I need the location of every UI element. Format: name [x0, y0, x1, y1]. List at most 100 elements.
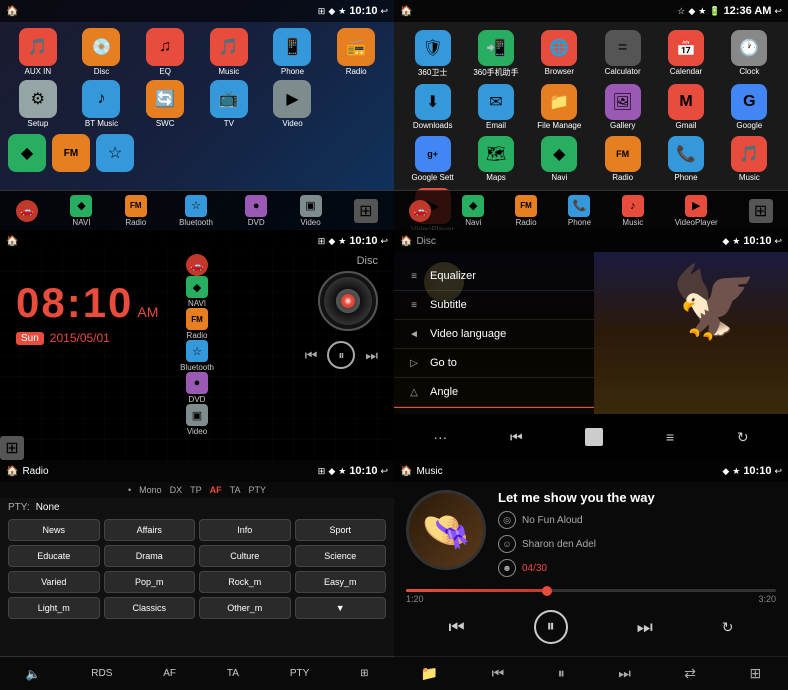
btn-other-m[interactable]: Other_m — [199, 597, 291, 619]
next-icon-bar[interactable]: ⏭ — [618, 665, 631, 682]
pty-button[interactable]: PTY — [290, 668, 309, 679]
grid-view-button[interactable]: ⊞ — [354, 199, 378, 223]
app-fm-2[interactable]: FM — [52, 134, 90, 172]
app-navi-p2[interactable]: ◆ Navi — [531, 136, 588, 182]
home-icon-p1[interactable]: 🏠 — [6, 6, 18, 17]
btn-easy-m[interactable]: Easy_m — [295, 571, 387, 593]
app-eq[interactable]: ♫ EQ — [135, 28, 195, 76]
menu-angle[interactable]: △ Angle — [394, 378, 594, 407]
app-google-settings[interactable]: g+ Google Sett — [404, 136, 461, 182]
menu-video-language[interactable]: ◄ Video language — [394, 320, 594, 349]
app-disc[interactable]: 💿 Disc — [72, 28, 132, 76]
btn-culture[interactable]: Culture — [199, 545, 291, 567]
nav-video[interactable]: ▣ Video — [300, 195, 322, 227]
btn-light-m[interactable]: Light_m — [8, 597, 100, 619]
play-pause-button-p6[interactable]: ⏸ — [534, 610, 568, 644]
app-gmail[interactable]: M Gmail — [657, 84, 714, 130]
stop-button[interactable] — [585, 428, 603, 446]
list-icon[interactable]: ≡ — [666, 429, 674, 445]
app-aux-in[interactable]: 🎵 AUX IN — [8, 28, 68, 76]
btn-varied[interactable]: Varied — [8, 571, 100, 593]
volume-icon[interactable]: 🔈 — [25, 667, 40, 681]
menu-subtitle[interactable]: ≡ Subtitle — [394, 291, 594, 320]
app-clock[interactable]: 🕐 Clock — [721, 30, 778, 78]
btn-classics[interactable]: Classics — [104, 597, 196, 619]
nav-home-p2[interactable]: 🚗 — [409, 200, 431, 222]
nav-videoplayer-p2[interactable]: ▶ VideoPlayer — [675, 195, 718, 227]
play-icon-bar[interactable]: ⏸ — [558, 665, 565, 682]
app-music-p2[interactable]: 🎵 Music — [721, 136, 778, 182]
nav-home-p1[interactable]: 🚗 — [16, 200, 38, 222]
progress-bar-background[interactable] — [406, 589, 776, 592]
menu-equalizer[interactable]: ≡ Equalizer — [394, 262, 594, 291]
nav-dvd[interactable]: ● DVD — [245, 195, 267, 227]
folder-icon[interactable]: 📁 — [421, 665, 438, 682]
app-file-manager[interactable]: 📁 File Manage — [531, 84, 588, 130]
app-gallery[interactable]: 🖼 Gallery — [594, 84, 651, 130]
app-calendar[interactable]: 📅 Calendar — [657, 30, 714, 78]
app-calculator[interactable]: = Calculator — [594, 30, 651, 78]
app-bt-music[interactable]: ♪ BT Music — [72, 80, 132, 128]
app-maps[interactable]: 🗺 Maps — [467, 136, 524, 182]
menu-icon-ctrl[interactable]: ··· — [433, 429, 447, 445]
nav-bluetooth[interactable]: ☆ Bluetooth — [179, 195, 213, 227]
prev-button-p6[interactable]: ⏮ — [448, 617, 464, 638]
btn-sport[interactable]: Sport — [295, 519, 387, 541]
btn-science[interactable]: Science — [295, 545, 387, 567]
repeat-button-p6[interactable]: ↻ — [722, 619, 734, 636]
app-swc[interactable]: 🔄 SWC — [135, 80, 195, 128]
btn-drama[interactable]: Drama — [104, 545, 196, 567]
app-360-weidui[interactable]: 🛡 360卫士 — [404, 30, 461, 78]
nav-bt-p3[interactable]: ☆ Bluetooth — [0, 340, 394, 372]
btn-rock-m[interactable]: Rock_m — [199, 571, 291, 593]
app-radio[interactable]: 📻 Radio — [326, 28, 386, 76]
app-music[interactable]: 🎵 Music — [199, 28, 259, 76]
prev-icon-bar[interactable]: ⏮ — [492, 665, 505, 682]
app-setup[interactable]: ⚙ Setup — [8, 80, 68, 128]
btn-info[interactable]: Info — [199, 519, 291, 541]
nav-dvd-p3[interactable]: ● DVD — [0, 372, 394, 404]
nav-home-p3[interactable]: 🚗 — [0, 254, 394, 276]
btn-scroll-down[interactable]: ▼ — [295, 597, 387, 619]
btn-pop-m[interactable]: Pop_m — [104, 571, 196, 593]
nav-navi-p3[interactable]: ◆ NAVI — [0, 276, 394, 308]
settings-icon-radio[interactable]: ⊞ — [360, 668, 368, 679]
app-browser[interactable]: 🌐 Browser — [531, 30, 588, 78]
rds-button[interactable]: RDS — [91, 668, 112, 679]
grid-view-p3[interactable]: ⊞ — [0, 436, 24, 460]
list-icon-bar[interactable]: ⊞ — [749, 665, 761, 682]
grid-view-button-p2[interactable]: ⊞ — [749, 199, 773, 223]
home-icon-p2[interactable]: 🏠 — [400, 6, 412, 17]
nav-video-p3[interactable]: ▣ Video — [0, 404, 394, 436]
nav-radio-p2[interactable]: FM Radio — [515, 195, 537, 227]
app-radio-p2[interactable]: FM Radio — [594, 136, 651, 182]
app-360-assistant[interactable]: 📲 360手机助手 — [467, 30, 524, 78]
menu-repeat-ab[interactable]: ↻ Repeat A-B — [394, 407, 594, 414]
app-downloads[interactable]: ⬇ Downloads — [404, 84, 461, 130]
repeat-icon-ctrl[interactable]: ↻ — [737, 429, 749, 446]
nav-phone-p2[interactable]: 📞 Phone — [568, 195, 591, 227]
app-video[interactable]: ▶ Video — [263, 80, 323, 128]
app-navi-2[interactable]: ◆ — [8, 134, 46, 172]
menu-goto[interactable]: ▷ Go to — [394, 349, 594, 378]
nav-navi-p2[interactable]: ◆ Navi — [462, 195, 484, 227]
nav-navi[interactable]: ◆ NAVI — [70, 195, 92, 227]
app-phone[interactable]: 📱 Phone — [263, 28, 323, 76]
rewind-icon[interactable]: ⏮ — [510, 429, 523, 446]
shuffle-icon[interactable]: ⇄ — [684, 665, 696, 682]
btn-educate[interactable]: Educate — [8, 545, 100, 567]
next-button-p6[interactable]: ⏭ — [637, 617, 653, 638]
ta-button[interactable]: TA — [227, 668, 239, 679]
app-email[interactable]: ✉ Email — [467, 84, 524, 130]
btn-affairs[interactable]: Affairs — [104, 519, 196, 541]
nav-radio-p3[interactable]: FM Radio — [0, 308, 394, 340]
app-bt-2[interactable]: ☆ — [96, 134, 134, 172]
nav-music-p2[interactable]: ♪ Music — [622, 195, 644, 227]
app-google[interactable]: G Google — [721, 84, 778, 130]
home-icon-p3[interactable]: 🏠 — [6, 236, 18, 247]
nav-radio[interactable]: FM Radio — [125, 195, 147, 227]
btn-news[interactable]: News — [8, 519, 100, 541]
af-button[interactable]: AF — [163, 668, 176, 679]
app-phone-p2[interactable]: 📞 Phone — [657, 136, 714, 182]
app-tv[interactable]: 📺 TV — [199, 80, 259, 128]
